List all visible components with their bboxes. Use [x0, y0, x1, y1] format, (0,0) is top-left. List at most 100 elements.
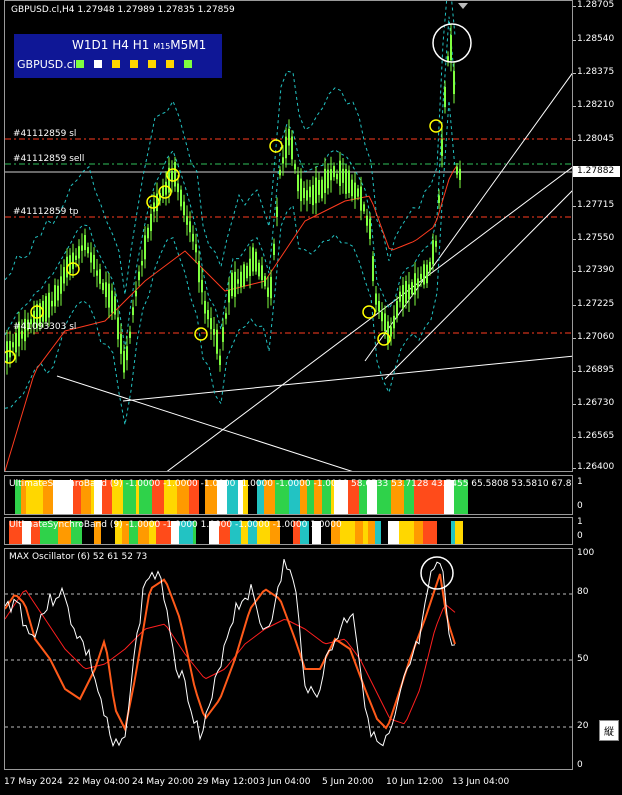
candle-body — [375, 293, 377, 305]
synchro-bar — [363, 521, 368, 544]
signal-marker-icon — [362, 305, 376, 319]
price-label: 1.26400 — [577, 462, 615, 472]
candle-body — [420, 273, 422, 280]
candle-body — [45, 296, 47, 322]
candle-body — [291, 136, 293, 160]
synchro-axis-2: 1 0 — [573, 517, 622, 545]
candle-body — [285, 136, 287, 159]
candle-body — [384, 313, 386, 332]
price-axis[interactable]: 1.28705 1.28540 1.28375 1.28210 1.28045 … — [573, 0, 622, 472]
candle-body — [72, 252, 74, 270]
candle-body — [321, 179, 323, 199]
candle-body — [225, 313, 227, 319]
axis-tick — [573, 271, 576, 272]
axis-tick — [573, 437, 576, 438]
candle-body — [120, 333, 122, 354]
candle-body — [216, 329, 218, 354]
candle-body — [147, 227, 149, 239]
candle-body — [441, 139, 443, 156]
tf-w1-button[interactable]: W1 — [72, 38, 92, 52]
candle-body — [54, 285, 56, 307]
candle-body — [87, 247, 89, 254]
candle-body — [264, 276, 266, 287]
order-tp-label[interactable]: #41112859 tp — [13, 207, 78, 217]
candle-body — [435, 240, 437, 247]
candle-body — [207, 310, 209, 320]
candle-body — [108, 283, 110, 308]
candle-body — [363, 204, 365, 212]
candle-body — [294, 164, 296, 170]
candle-body — [318, 180, 320, 195]
candle-body — [180, 189, 182, 207]
axis-tick — [573, 106, 576, 107]
synchro-bar — [455, 521, 463, 544]
candle-body — [243, 264, 245, 287]
candle-body — [309, 186, 311, 198]
main-chart-pane[interactable]: GBPUSD.cl,H4 1.27948 1.27989 1.27835 1.2… — [4, 0, 573, 472]
trendline — [122, 355, 572, 402]
candle-body — [93, 254, 95, 270]
candle-body — [345, 169, 347, 194]
candle-body — [12, 342, 14, 348]
tf-m5-button[interactable]: M5 — [170, 38, 188, 52]
time-label: 17 May 2024 — [4, 777, 63, 787]
signal-marker-icon — [429, 119, 443, 133]
candle-body — [366, 215, 368, 226]
candle-body — [117, 317, 119, 340]
tf-m15-button[interactable]: M15 — [153, 42, 170, 51]
candle-body — [327, 169, 329, 189]
chart-title: GBPUSD.cl,H4 1.27948 1.27989 1.27835 1.2… — [11, 5, 235, 15]
candle-body — [114, 296, 116, 315]
candle-body — [195, 244, 197, 253]
synchro-band-pane-1[interactable]: UltimateSynchroBand (9) -1.0000 -1.0000 … — [4, 475, 573, 515]
candle-body — [75, 255, 77, 260]
candle-body — [123, 350, 125, 373]
osc-level-label: 50 — [577, 654, 589, 664]
candle-body — [228, 289, 230, 303]
candle-body — [390, 326, 392, 337]
candle-body — [15, 332, 17, 353]
candle-body — [126, 346, 128, 361]
candle-body — [273, 243, 275, 255]
synchro-bar — [437, 521, 451, 544]
order-sl-label-2[interactable]: #41093303 sl — [13, 322, 76, 332]
price-label: 1.28210 — [577, 100, 615, 110]
axis-label: 0 — [577, 501, 583, 511]
tf-h1-button[interactable]: H1 — [133, 38, 150, 52]
price-label: 1.27390 — [577, 265, 615, 275]
synchro-band-title-1: UltimateSynchroBand (9) -1.0000 -1.0000 … — [9, 479, 573, 489]
price-label: 1.28540 — [577, 34, 615, 44]
candle-body — [213, 328, 215, 335]
synchro-bar — [423, 521, 437, 544]
candle-body — [102, 282, 104, 291]
candle-body — [60, 276, 62, 294]
candle-body — [111, 290, 113, 313]
candle-body — [429, 261, 431, 272]
tf-d1-button[interactable]: D1 — [92, 38, 109, 52]
candle-body — [378, 300, 380, 312]
side-tag[interactable]: 縦 — [599, 720, 619, 741]
price-label: 1.28375 — [577, 67, 615, 77]
candle-body — [297, 174, 299, 192]
axis-tick — [573, 468, 576, 469]
axis-tick — [573, 73, 576, 74]
candle-body — [402, 285, 404, 309]
max-oscillator-pane[interactable]: MAX Oscillator (6) 52 61 52 73 — [4, 548, 573, 770]
candle-body — [339, 160, 341, 187]
oscillator-chart — [5, 556, 572, 748]
synchro-axis-1: 1 0 — [573, 475, 622, 515]
tf-m1-button[interactable]: M1 — [188, 38, 206, 52]
order-sl-label[interactable]: #41112859 sl — [13, 129, 76, 139]
candle-body — [246, 265, 248, 279]
price-label: 1.27225 — [577, 299, 615, 309]
chart-shift-arrow-icon[interactable] — [458, 3, 468, 9]
axis-tick — [573, 40, 576, 41]
synchro-band-pane-2[interactable]: UltimateSynchroBand (9) -1.0000 -1.0000 … — [4, 517, 573, 545]
candle-body — [450, 35, 452, 61]
order-sell-label[interactable]: #41112859 sell — [13, 154, 84, 164]
candle-body — [330, 169, 332, 181]
signal-marker-icon — [194, 327, 208, 341]
candle-body — [240, 271, 242, 287]
status-square — [76, 60, 84, 68]
tf-h4-button[interactable]: H4 — [112, 38, 129, 52]
